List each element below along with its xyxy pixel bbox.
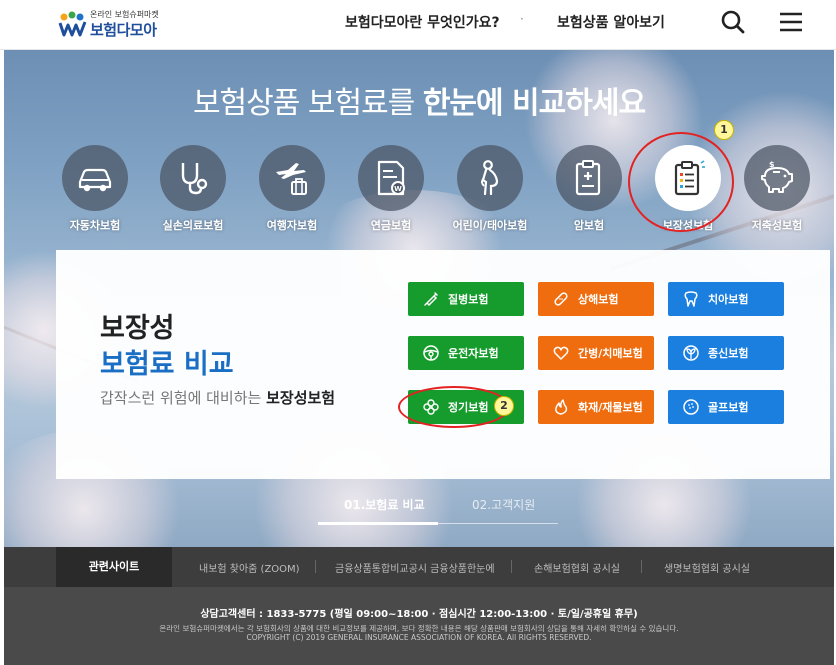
panel-title-line1: 보장성 [100,313,175,344]
link-divider [641,560,642,573]
piggy-bank-icon: $ [761,160,793,193]
button-label: 치아보험 [708,293,749,306]
callout-ring-1 [628,132,734,232]
nav-separator: · [520,12,524,26]
category-circle [160,145,226,211]
golf-ball-icon [683,399,699,415]
pension-document-icon: W [377,160,405,196]
callout-number-1: 1 [714,120,734,140]
heart-icon [553,346,569,360]
hero-title-bold: 한눈에 비교하세요 [422,86,646,121]
callout-number-2: 2 [494,396,514,416]
golf-insurance-button[interactable]: 골프보험 [668,390,784,424]
button-label: 상해보험 [578,293,619,306]
button-label: 골프보험 [708,401,749,414]
steering-wheel-icon [423,345,439,361]
link-financial-products[interactable]: 금융상품통합비교공시 금융상품한눈에 [335,560,495,575]
active-tab-indicator [318,522,438,525]
tooth-icon [684,291,698,307]
button-label: 화재/재물보험 [578,401,643,414]
flame-icon [555,399,568,415]
link-divider [315,560,316,573]
category-circle [259,145,325,211]
link-divider [511,560,512,573]
sprout-icon [683,345,699,361]
category-label: 암보험 [573,219,605,232]
hero-title: 보험상품 보험료를 한눈에 비교하세요 [4,78,834,122]
category-pension[interactable]: W 연금보험 [346,145,436,235]
nav-about[interactable]: 보험다모아란 무엇인가요? [345,12,500,32]
category-label: 여행자보험 [266,219,318,232]
category-circle [62,145,128,211]
dental-insurance-button[interactable]: 치아보험 [668,282,784,316]
disease-insurance-button[interactable]: 질병보험 [408,282,524,316]
whole-life-insurance-button[interactable]: 종신보험 [668,336,784,370]
link-life-association[interactable]: 생명보험협회 공시실 [664,560,750,575]
tab-price-compare[interactable]: 01.보험료 비교 [344,496,425,513]
injury-insurance-button[interactable]: 상해보험 [538,282,654,316]
panel-description-prefix: 갑작스런 위험에 대비하는 [100,389,267,407]
svg-text:W: W [394,185,402,193]
related-sites-bar: 관련사이트 내보험 찾아줌 (ZOOM) 금융상품통합비교공시 금융상품한눈에 … [4,547,834,587]
tab-customer-support[interactable]: 02.고객지원 [472,496,535,513]
copyright: COPYRIGHT (C) 2019 GENERAL INSURANCE ASS… [246,633,592,642]
hero-title-prefix: 보험상품 보험료를 [192,86,423,121]
hamburger-menu-icon[interactable] [776,8,806,36]
top-header: 온라인 보험슈퍼마켓 보험다모아 보험다모아란 무엇인가요? · 보험상품 알아… [0,0,836,50]
category-circle: W [358,145,424,211]
button-label: 종신보험 [708,347,749,360]
category-label: 연금보험 [370,219,412,232]
car-icon [78,168,112,192]
logo-mark-icon [58,11,87,37]
panel-description-bold: 보장성보험 [266,389,336,407]
protection-panel: 보장성 보험료 비교 갑작스런 위험에 대비하는 보장성보험 질병보험 상해보험… [56,250,830,479]
pregnant-icon [481,160,499,196]
button-label: 운전자보험 [448,347,499,360]
button-label: 질병보험 [448,293,489,306]
syringe-icon [424,292,438,307]
button-label: 간병/치매보험 [578,347,643,360]
category-label: 자동차보험 [69,219,121,232]
contact-info: 상담고객센터 : 1833-5775 (평일 09:00~18:00 · 점심시… [200,609,638,620]
category-circle: $ [744,145,810,211]
category-circle [457,145,523,211]
nursing-dementia-insurance-button[interactable]: 간병/치매보험 [538,336,654,370]
category-cancer[interactable]: 암보험 [544,145,634,235]
related-sites-label: 관련사이트 [56,547,172,587]
fire-property-insurance-button[interactable]: 화재/재물보험 [538,390,654,424]
link-non-life-association[interactable]: 손해보험협회 공시실 [534,560,620,575]
category-label: 어린이/태아보험 [452,219,528,232]
hero-section: 보험상품 보험료를 한눈에 비교하세요 자동차보험 실손의료보험 여행자보험 W… [4,50,834,547]
section-tabs: 01.보험료 비교 02.고객지원 [4,490,834,526]
svg-text:$: $ [769,160,775,169]
bandage-icon [554,292,568,306]
category-travel[interactable]: 여행자보험 [247,145,337,235]
plane-luggage-icon [276,163,307,195]
tab-underline [438,523,558,524]
link-insurance-zoom[interactable]: 내보험 찾아줌 (ZOOM) [199,560,300,575]
category-label: 저축성보험 [751,219,803,232]
search-icon[interactable] [718,8,748,36]
nav-products[interactable]: 보험상품 알아보기 [557,12,665,32]
logo-name: 보험다모아 [90,21,157,39]
category-medical[interactable]: 실손의료보험 [148,145,238,235]
driver-insurance-button[interactable]: 운전자보험 [408,336,524,370]
panel-description: 갑작스런 위험에 대비하는 보장성보험 [100,387,335,408]
category-savings[interactable]: $ 저축성보험 [732,145,822,235]
site-logo[interactable]: 온라인 보험슈퍼마켓 보험다모아 [58,7,178,39]
medical-chart-icon [575,160,601,196]
category-child[interactable]: 어린이/태아보험 [445,145,535,235]
stethoscope-icon [181,163,208,195]
category-label: 실손의료보험 [162,219,224,232]
category-circle [556,145,622,211]
panel-title-line2: 보험료 비교 [100,349,234,380]
category-car[interactable]: 자동차보험 [50,145,140,235]
footer-info: 상담고객센터 : 1833-5775 (평일 09:00~18:00 · 점심시… [4,587,834,665]
